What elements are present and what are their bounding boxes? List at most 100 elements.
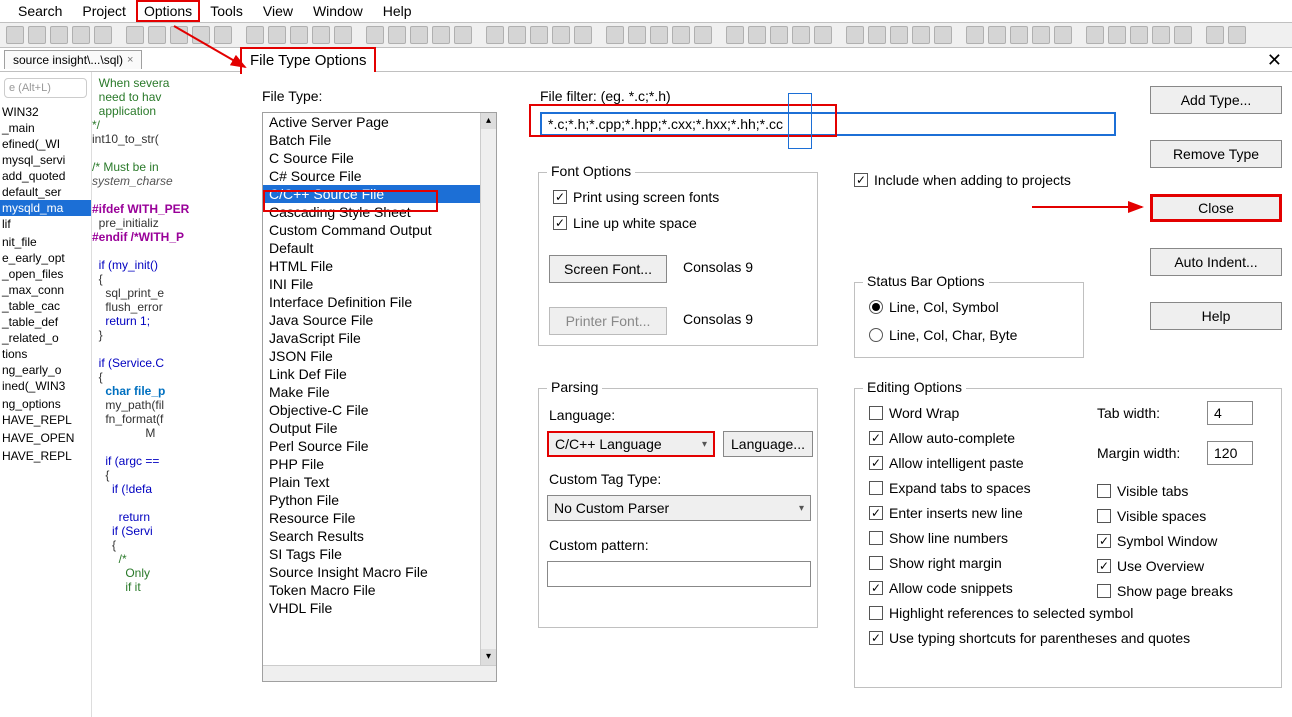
filetype-item[interactable]: C# Source File [263, 167, 496, 185]
toolbar-icon[interactable] [966, 26, 984, 44]
document-tab[interactable]: source insight\...\sql) × [4, 50, 142, 69]
symbol-item[interactable]: HAVE_REPL [0, 412, 91, 428]
toolbar-icon[interactable] [552, 26, 570, 44]
toolbar-icon[interactable] [28, 26, 46, 44]
filetype-item[interactable]: VHDL File [263, 599, 496, 617]
toolbar-icon[interactable] [126, 26, 144, 44]
filetype-item[interactable]: Default [263, 239, 496, 257]
toolbar-icon[interactable] [454, 26, 472, 44]
symbol-item[interactable]: _main [0, 120, 91, 136]
toolbar-icon[interactable] [334, 26, 352, 44]
filetype-item[interactable]: SI Tags File [263, 545, 496, 563]
toolbar-icon[interactable] [988, 26, 1006, 44]
print-screen-fonts-check[interactable]: Print using screen fonts [553, 189, 719, 205]
symbol-item[interactable]: e_early_opt [0, 250, 91, 266]
close-icon[interactable]: × [127, 54, 133, 66]
toolbar-icon[interactable] [1228, 26, 1246, 44]
custom-pattern-input[interactable] [547, 561, 811, 587]
symbol-item[interactable]: mysql_servi [0, 152, 91, 168]
auto-indent-button[interactable]: Auto Indent... [1150, 248, 1282, 276]
status-radio-symbol[interactable]: Line, Col, Symbol [869, 299, 999, 315]
remove-type-button[interactable]: Remove Type [1150, 140, 1282, 168]
toolbar-icon[interactable] [792, 26, 810, 44]
symbol-item[interactable]: ined(_WIN3 [0, 378, 91, 394]
line-up-whitespace-check[interactable]: Line up white space [553, 215, 697, 231]
scroll-up-icon[interactable]: ▴ [481, 113, 496, 129]
filetype-item[interactable]: Python File [263, 491, 496, 509]
symbol-item[interactable]: nit_file [0, 234, 91, 250]
symbol-item[interactable]: HAVE_OPEN [0, 430, 91, 446]
filetype-item[interactable]: Custom Command Output [263, 221, 496, 239]
symbol-item[interactable]: mysqld_ma [0, 200, 91, 216]
symbol-item[interactable]: _open_files [0, 266, 91, 282]
screen-font-button[interactable]: Screen Font... [549, 255, 667, 283]
scrollbar-horizontal[interactable] [263, 665, 496, 681]
printer-font-button[interactable]: Printer Font... [549, 307, 667, 335]
toolbar-icon[interactable] [432, 26, 450, 44]
symbol-item[interactable]: default_ser [0, 184, 91, 200]
dialog-close-icon[interactable]: ✕ [1267, 50, 1282, 71]
filetype-item[interactable]: Make File [263, 383, 496, 401]
filetype-item[interactable]: C Source File [263, 149, 496, 167]
toolbar-icon[interactable] [312, 26, 330, 44]
symbol-item[interactable]: ng_options [0, 396, 91, 412]
toolbar-icon[interactable] [748, 26, 766, 44]
toolbar-icon[interactable] [1010, 26, 1028, 44]
toolbar-icon[interactable] [148, 26, 166, 44]
filetype-item[interactable]: Search Results [263, 527, 496, 545]
custom-tag-select[interactable]: No Custom Parser▾ [547, 495, 811, 521]
symbol-item[interactable]: HAVE_REPL [0, 448, 91, 464]
toolbar-icon[interactable] [410, 26, 428, 44]
filetype-item[interactable]: Java Source File [263, 311, 496, 329]
toolbar-icon[interactable] [934, 26, 952, 44]
filetype-item[interactable]: Batch File [263, 131, 496, 149]
toolbar-icon[interactable] [1174, 26, 1192, 44]
toolbar-icon[interactable] [1206, 26, 1224, 44]
toolbar-icon[interactable] [650, 26, 668, 44]
filetype-item[interactable]: Cascading Style Sheet [263, 203, 496, 221]
edit-right-opt-1[interactable]: Visible spaces [1097, 508, 1233, 524]
toolbar-icon[interactable] [672, 26, 690, 44]
filetype-item[interactable]: Resource File [263, 509, 496, 527]
symbol-item[interactable]: _related_o [0, 330, 91, 346]
toolbar-icon[interactable] [72, 26, 90, 44]
toolbar-icon[interactable] [890, 26, 908, 44]
filetype-item[interactable]: Plain Text [263, 473, 496, 491]
toolbar-icon[interactable] [868, 26, 886, 44]
toolbar-icon[interactable] [1108, 26, 1126, 44]
scrollbar-vertical[interactable]: ▴ ▾ [480, 113, 496, 681]
toolbar-icon[interactable] [192, 26, 210, 44]
menu-project[interactable]: Project [72, 1, 136, 21]
filetype-item[interactable]: INI File [263, 275, 496, 293]
toolbar-icon[interactable] [214, 26, 232, 44]
filefilter-input[interactable] [540, 112, 1116, 136]
toolbar-icon[interactable] [628, 26, 646, 44]
scroll-down-icon[interactable]: ▾ [481, 649, 496, 665]
filetype-item[interactable]: JavaScript File [263, 329, 496, 347]
symbol-search-input[interactable]: e (Alt+L) [4, 78, 87, 98]
filetype-item[interactable]: Active Server Page [263, 113, 496, 131]
filetype-item[interactable]: Link Def File [263, 365, 496, 383]
filetype-item[interactable]: Output File [263, 419, 496, 437]
symbol-item[interactable]: _table_def [0, 314, 91, 330]
toolbar-icon[interactable] [846, 26, 864, 44]
toolbar-icon[interactable] [726, 26, 744, 44]
toolbar-icon[interactable] [388, 26, 406, 44]
menu-tools[interactable]: Tools [200, 1, 253, 21]
help-button[interactable]: Help [1150, 302, 1282, 330]
include-projects-check[interactable]: Include when adding to projects [854, 172, 1071, 188]
filetype-item[interactable]: C/C++ Source File [263, 185, 496, 203]
filetype-item[interactable]: Perl Source File [263, 437, 496, 455]
toolbar-icon[interactable] [574, 26, 592, 44]
toolbar-icon[interactable] [50, 26, 68, 44]
toolbar-icon[interactable] [366, 26, 384, 44]
edit-opt-9[interactable]: Use typing shortcuts for parentheses and… [869, 630, 1190, 646]
edit-opt-1[interactable]: Allow auto-complete [869, 430, 1190, 446]
edit-right-opt-3[interactable]: Use Overview [1097, 558, 1233, 574]
filetype-item[interactable]: HTML File [263, 257, 496, 275]
symbol-item[interactable] [0, 466, 91, 468]
toolbar-icon[interactable] [290, 26, 308, 44]
margin-width-input[interactable]: 120 [1207, 441, 1253, 465]
toolbar-icon[interactable] [268, 26, 286, 44]
toolbar-icon[interactable] [606, 26, 624, 44]
